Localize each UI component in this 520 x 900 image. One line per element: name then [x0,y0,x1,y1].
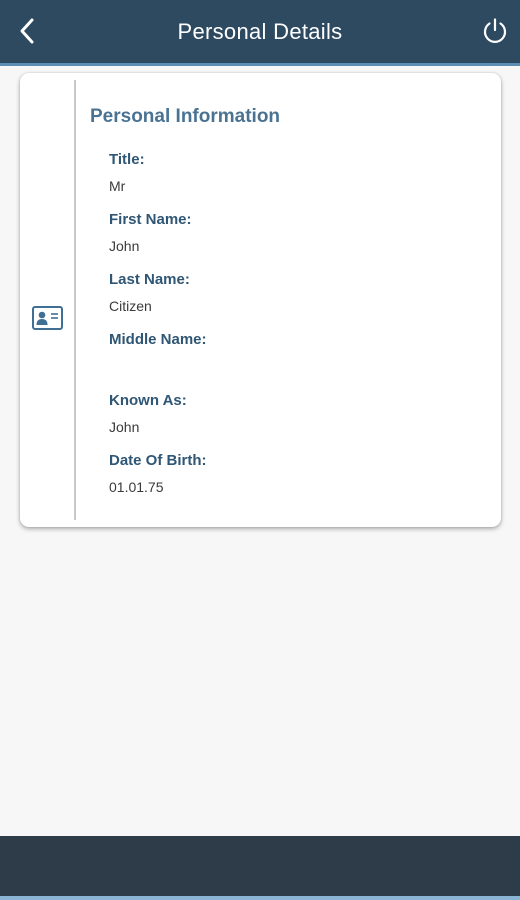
field-last-name: Last Name: Citizen [109,270,190,315]
field-value: 01.01.75 [109,479,164,495]
field-label: Middle Name: [109,331,207,348]
card-divider [74,80,76,520]
footer-accent-strip [0,896,520,900]
field-first-name: First Name: John [109,210,192,255]
page-title: Personal Details [177,19,343,44]
personal-info-card: Personal Information Title: Mr First Nam… [20,73,501,527]
field-value: John [109,419,140,435]
field-label: Title: [109,151,145,168]
id-card-icon [32,306,63,330]
footer-bar [0,836,520,896]
header-bar: Personal Details [0,0,520,66]
field-middle-name: Middle Name: [109,330,207,375]
field-value: Mr [109,178,126,194]
field-label: Date Of Birth: [109,452,207,469]
field-value: John [109,238,140,254]
field-value [109,357,207,375]
field-label: Last Name: [109,271,190,288]
section-title: Personal Information [90,106,281,127]
logout-button[interactable] [478,14,512,48]
back-button[interactable] [10,14,44,48]
power-icon [483,18,507,43]
field-date-of-birth: Date Of Birth: 01.01.75 [109,451,207,496]
field-label: Known As: [109,392,187,409]
field-known-as: Known As: John [109,391,187,436]
field-title: Title: Mr [109,150,145,195]
chevron-left-icon [20,18,34,44]
field-label: First Name: [109,211,192,228]
field-value: Citizen [109,298,152,314]
